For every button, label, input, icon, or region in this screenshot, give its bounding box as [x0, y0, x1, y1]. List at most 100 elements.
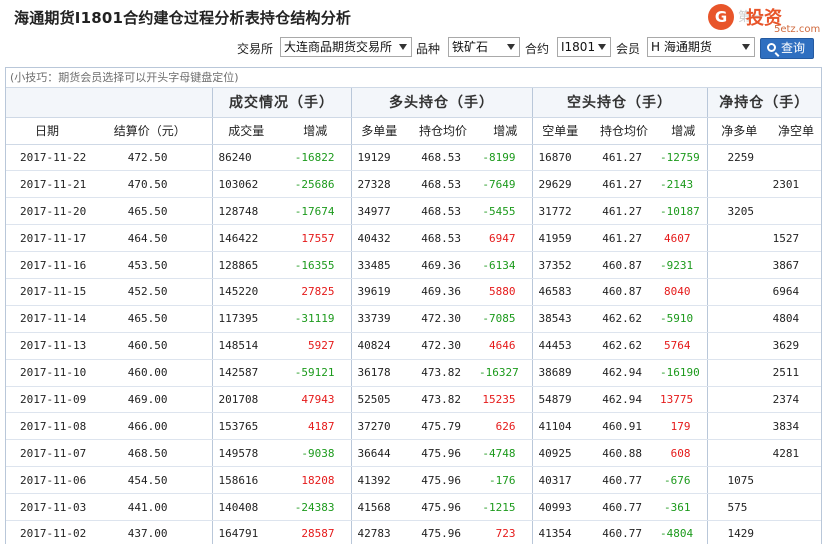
col-header-short-qty: 空单量: [531, 117, 588, 145]
row-long-avg: 472.30: [407, 332, 479, 360]
row-long-change: 6947: [479, 224, 532, 253]
search-icon: [767, 43, 776, 52]
row-short-qty: 16870: [531, 144, 588, 172]
keyboard-tip: (小技巧：期货会员选择可以开头字母键盘定位): [6, 68, 822, 88]
row-net-short: 6964: [771, 278, 822, 306]
row-net-short: 1527: [771, 224, 822, 253]
row-short-change: -361: [660, 493, 707, 521]
row-short-qty: 54879: [531, 386, 588, 414]
row-date: 2017-11-02: [6, 520, 88, 544]
row-long-avg: 468.53: [407, 224, 479, 253]
member-select[interactable]: H 海通期货: [647, 37, 755, 57]
table-row: 2017-11-10 460.00 142587 -59121 36178 473.82-…: [6, 359, 822, 387]
row-short-qty: 38543: [531, 305, 588, 333]
row-net-long: 3205: [706, 197, 771, 226]
row-short-avg: 461.27: [588, 170, 660, 199]
row-long-change: -7085: [479, 305, 532, 333]
row-short-qty: 29629: [531, 170, 588, 199]
row-short-qty: 40317: [531, 466, 588, 495]
col-header-long-avg: 持仓均价: [407, 117, 479, 145]
row-long-qty: 41568: [350, 493, 407, 521]
variety-select[interactable]: 铁矿石: [448, 37, 520, 57]
row-long-qty: 34977: [350, 197, 407, 226]
row-volume: 158616: [211, 466, 280, 495]
row-short-avg: 460.91: [588, 412, 660, 441]
row-short-change: 13775: [660, 386, 707, 414]
chevron-down-icon: [399, 44, 407, 50]
row-short-change: -5910: [660, 305, 707, 333]
row-net-short: [771, 144, 822, 172]
contract-label: 合约: [525, 42, 550, 56]
row-long-change: -6134: [479, 251, 532, 279]
member-label: 会员: [616, 42, 641, 56]
row-net-long: [706, 170, 771, 199]
group-header-volume: 成交情况（手）: [211, 87, 351, 118]
col-header-long-change: 增减: [479, 117, 532, 145]
position-table-container: (小技巧：期货会员选择可以开头字母键盘定位) 成交情况（手） 多头持仓（手） 空…: [5, 67, 822, 544]
group-header-long: 多头持仓（手）: [350, 87, 532, 118]
table-row: 2017-11-15 452.50 145220 27825 39619 469.36 58…: [6, 278, 822, 306]
row-short-change: -16190: [660, 359, 707, 387]
row-net-short: [771, 466, 822, 495]
row-long-qty: 42783: [350, 520, 407, 544]
row-short-change: -2143: [660, 170, 707, 199]
row-volume: 86240: [211, 144, 280, 172]
row-short-qty: 31772: [531, 197, 588, 226]
row-short-change: -12759: [660, 144, 707, 172]
query-button[interactable]: 查询: [760, 38, 814, 59]
row-date: 2017-11-22: [6, 144, 88, 172]
row-long-change: 15235: [479, 386, 532, 414]
row-short-avg: 460.77: [588, 520, 660, 544]
row-net-short: [771, 493, 822, 521]
exchange-select-value: 大连商品期货交易所: [284, 40, 393, 54]
row-volume-change: -16822: [280, 144, 351, 172]
row-settle-price: 470.50: [88, 170, 212, 199]
position-table: (小技巧：期货会员选择可以开头字母键盘定位) 成交情况（手） 多头持仓（手） 空…: [6, 68, 822, 544]
row-date: 2017-11-10: [6, 359, 88, 387]
row-settle-price: 466.00: [88, 412, 212, 441]
row-volume: 142587: [211, 359, 280, 387]
col-header-net-long: 净多单: [706, 117, 771, 145]
row-settle-price: 454.50: [88, 466, 212, 495]
row-date: 2017-11-03: [6, 493, 88, 521]
row-short-avg: 461.27: [588, 197, 660, 226]
row-long-qty: 19129: [350, 144, 407, 172]
row-settle-price: 441.00: [88, 493, 212, 521]
row-short-change: -4804: [660, 520, 707, 544]
row-long-change: 723: [479, 520, 532, 544]
row-settle-price: 465.50: [88, 305, 212, 333]
row-settle-price: 469.00: [88, 386, 212, 414]
variety-select-value: 铁矿石: [452, 40, 489, 54]
row-settle-price: 453.50: [88, 251, 212, 279]
row-short-avg: 461.27: [588, 144, 660, 172]
row-volume-change: 5927: [280, 332, 351, 360]
contract-select-value: I1801: [561, 40, 596, 54]
row-short-avg: 462.94: [588, 386, 660, 414]
row-volume: 103062: [211, 170, 280, 199]
col-header-date: 日期: [6, 117, 88, 145]
row-short-change: 4607: [660, 224, 707, 253]
row-volume-change: -24383: [280, 493, 351, 521]
site-logo[interactable]: G 第一 投资 5etz.com: [708, 2, 820, 36]
table-row: 2017-11-03 441.00 140408 -24383 41568 475.96-…: [6, 493, 822, 521]
row-long-qty: 36644: [350, 439, 407, 468]
contract-select[interactable]: I1801: [557, 37, 611, 57]
row-long-change: -176: [479, 466, 532, 495]
row-volume: 153765: [211, 412, 280, 441]
table-row: 2017-11-08 466.00 153765 4187 37270 475.79 626…: [6, 412, 822, 441]
row-date: 2017-11-06: [6, 466, 88, 495]
row-settle-price: 472.50: [88, 144, 212, 172]
row-long-change: -5455: [479, 197, 532, 226]
row-long-qty: 33485: [350, 251, 407, 279]
row-short-avg: 462.62: [588, 305, 660, 333]
row-settle-price: 468.50: [88, 439, 212, 468]
table-body: 2017-11-22 472.50 86240 -16822 19129 468.53 -8…: [6, 144, 822, 544]
group-header-net: 净持仓（手）: [706, 87, 822, 118]
exchange-select[interactable]: 大连商品期货交易所: [280, 37, 412, 57]
row-long-avg: 469.36: [407, 251, 479, 279]
row-short-avg: 461.27: [588, 224, 660, 253]
row-long-qty: 39619: [350, 278, 407, 306]
row-long-change: -7649: [479, 170, 532, 199]
row-short-change: 608: [660, 439, 707, 468]
row-long-avg: 468.53: [407, 197, 479, 226]
